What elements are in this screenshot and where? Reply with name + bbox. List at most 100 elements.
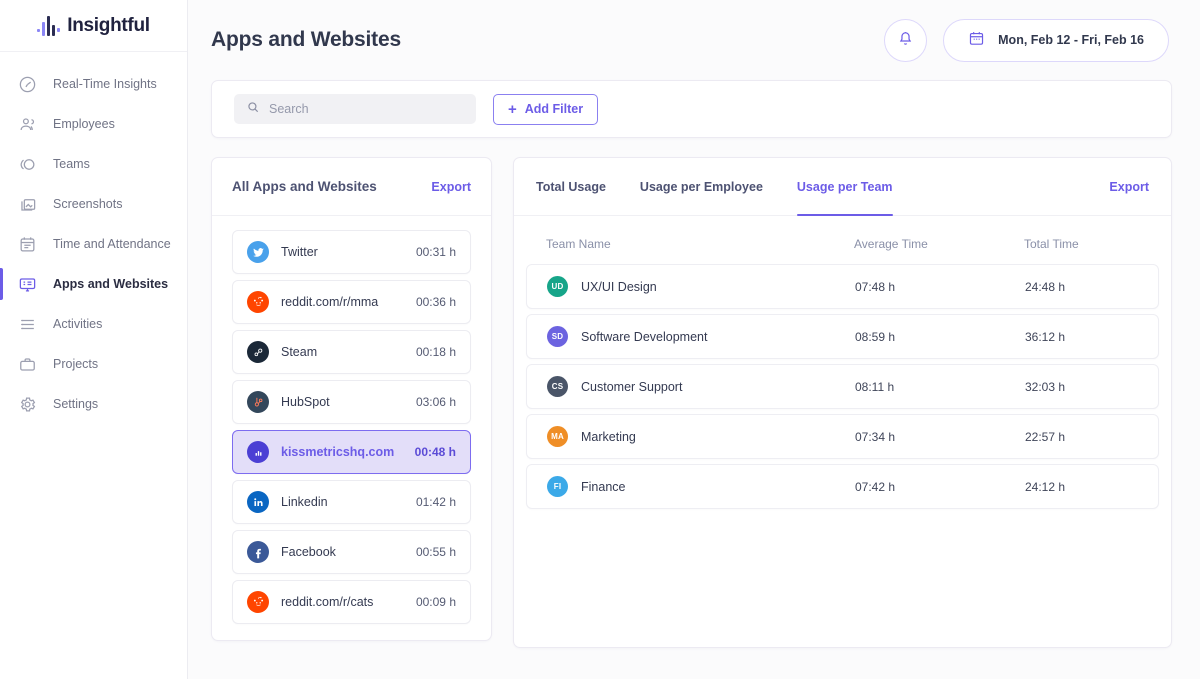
plus-icon: +	[508, 100, 517, 118]
avatar: UD	[547, 276, 568, 297]
sidebar-item-real-time-insights[interactable]: Real-Time Insights	[0, 64, 187, 104]
list-item[interactable]: Twitter 00:31 h	[232, 230, 471, 274]
tab-total-usage[interactable]: Total Usage	[536, 158, 606, 215]
sidebar-item-label: Activities	[53, 317, 103, 331]
team-name: Software Development	[581, 329, 708, 344]
column-header-team-name: Team Name	[546, 237, 611, 251]
brand-logo[interactable]: Insightful	[0, 0, 187, 52]
sidebar-item-teams[interactable]: Teams	[0, 144, 187, 184]
list-item-selected[interactable]: kissmetricshq.com 00:48 h	[232, 430, 471, 474]
table-row[interactable]: MA Marketing 07:34 h 22:57 h	[526, 414, 1159, 459]
sidebar-item-settings[interactable]: Settings	[0, 384, 187, 424]
team-name-cell: CS Customer Support	[547, 376, 855, 397]
table-row[interactable]: FI Finance 07:42 h 24:12 h	[526, 464, 1159, 509]
app-name: reddit.com/r/cats	[281, 595, 374, 609]
app-name: HubSpot	[281, 395, 330, 409]
topbar-actions: Mon, Feb 12 - Fri, Feb 16	[884, 18, 1169, 62]
sidebar-item-label: Real-Time Insights	[53, 77, 157, 91]
facebook-icon	[247, 541, 269, 563]
sidebar-item-time-and-attendance[interactable]: Time and Attendance	[0, 224, 187, 264]
sidebar-item-label: Teams	[53, 157, 90, 171]
reddit-icon	[247, 291, 269, 313]
team-name-cell: FI Finance	[547, 476, 855, 497]
app-name: reddit.com/r/mma	[281, 295, 379, 309]
list-item[interactable]: HubSpot 03:06 h	[232, 380, 471, 424]
date-range-label: Mon, Feb 12 - Fri, Feb 16	[998, 33, 1144, 47]
average-time: 07:34 h	[855, 429, 896, 444]
app-name: kissmetricshq.com	[281, 445, 395, 459]
team-name-cell: UD UX/UI Design	[547, 276, 855, 297]
total-time: 32:03 h	[1025, 379, 1066, 394]
column-header-total-time: Total Time	[1024, 237, 1079, 251]
apps-panel-title: All Apps and Websites	[232, 179, 377, 194]
apps-export-link[interactable]: Export	[431, 180, 471, 194]
sidebar-item-label: Screenshots	[53, 197, 123, 211]
filter-bar: + Add Filter	[211, 80, 1172, 138]
usage-tabs: Total Usage Usage per Employee Usage per…	[514, 158, 1171, 216]
app-name: Linkedin	[281, 495, 328, 509]
avatar: MA	[547, 426, 568, 447]
tab-label: Usage per Team	[796, 179, 893, 194]
app-name: Facebook	[281, 545, 336, 559]
tab-usage-per-team[interactable]: Usage per Team	[796, 158, 893, 216]
add-filter-label: Add Filter	[524, 102, 584, 116]
total-time: 36:12 h	[1025, 329, 1066, 344]
sidebar-item-label: Projects	[53, 357, 99, 371]
sidebar-item-activities[interactable]: Activities	[0, 304, 187, 344]
sidebar: Insightful Real-Time Insights Employees …	[0, 0, 188, 679]
app-time: 00:55 h	[415, 545, 456, 559]
avatar: CS	[547, 376, 568, 397]
team-usage-list: UD UX/UI Design 07:48 h 24:48 h SD Softw…	[514, 264, 1171, 509]
team-name: UX/UI Design	[581, 279, 657, 294]
total-time: 24:12 h	[1025, 479, 1066, 494]
sidebar-item-employees[interactable]: Employees	[0, 104, 187, 144]
app-time: 00:18 h	[415, 345, 456, 359]
sidebar-item-screenshots[interactable]: Screenshots	[0, 184, 187, 224]
main-area: Apps and Websites Mon, Feb 12 - Fri, Feb…	[188, 0, 1200, 679]
content: + Add Filter All Apps and Websites Expor…	[188, 80, 1200, 648]
sidebar-nav: Real-Time Insights Employees Teams Scree…	[0, 52, 187, 424]
apps-and-websites-panel: All Apps and Websites Export Twitter 00:…	[211, 157, 492, 641]
reddit-icon	[247, 591, 269, 613]
calendar-icon	[968, 30, 985, 50]
app-time: 00:48 h	[414, 445, 456, 459]
avatar: FI	[547, 476, 568, 497]
average-time: 07:48 h	[855, 279, 896, 294]
total-time: 24:48 h	[1025, 279, 1066, 294]
table-row[interactable]: CS Customer Support 08:11 h 32:03 h	[526, 364, 1159, 409]
search-box[interactable]	[234, 94, 476, 124]
list-item[interactable]: reddit.com/r/cats 00:09 h	[232, 580, 471, 624]
tab-usage-per-employee[interactable]: Usage per Employee	[640, 158, 763, 215]
steam-icon	[247, 341, 269, 363]
sidebar-item-label: Settings	[53, 397, 99, 411]
add-filter-button[interactable]: + Add Filter	[493, 93, 599, 125]
column-header-average-time: Average Time	[854, 237, 928, 251]
sidebar-item-apps-and-websites[interactable]: Apps and Websites	[0, 264, 187, 304]
usage-export-link[interactable]: Export	[1109, 158, 1149, 215]
bell-icon	[897, 30, 914, 50]
notifications-button[interactable]	[884, 18, 928, 62]
panels: All Apps and Websites Export Twitter 00:…	[211, 157, 1172, 648]
list-item[interactable]: Linkedin 01:42 h	[232, 480, 471, 524]
average-time: 08:59 h	[855, 329, 896, 344]
apps-panel-header: All Apps and Websites Export	[212, 158, 491, 216]
teams-icon	[18, 155, 37, 174]
app-time: 01:42 h	[415, 495, 456, 509]
average-time: 08:11 h	[855, 379, 895, 394]
list-item[interactable]: reddit.com/r/mma 00:36 h	[232, 280, 471, 324]
date-range-picker[interactable]: Mon, Feb 12 - Fri, Feb 16	[943, 18, 1169, 62]
app-time: 00:36 h	[415, 295, 456, 309]
insightful-logo-icon	[37, 15, 61, 36]
list-item[interactable]: Facebook 00:55 h	[232, 530, 471, 574]
list-item[interactable]: Steam 00:18 h	[232, 330, 471, 374]
tab-label: Usage per Employee	[639, 179, 763, 194]
avatar: SD	[547, 326, 568, 347]
screenshots-icon	[18, 195, 37, 214]
table-header: Team Name Average Time Total Time	[526, 224, 1159, 264]
table-row[interactable]: SD Software Development 08:59 h 36:12 h	[526, 314, 1159, 359]
topbar: Apps and Websites Mon, Feb 12 - Fri, Feb…	[188, 0, 1200, 80]
table-row[interactable]: UD UX/UI Design 07:48 h 24:48 h	[526, 264, 1159, 309]
sidebar-item-projects[interactable]: Projects	[0, 344, 187, 384]
search-input[interactable]	[269, 102, 459, 116]
total-time: 22:57 h	[1025, 429, 1066, 444]
